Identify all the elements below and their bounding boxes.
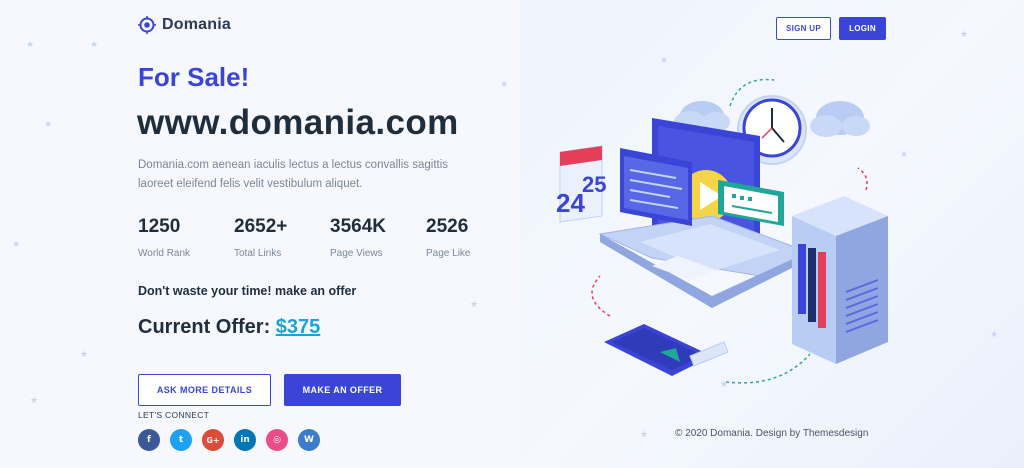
stat-total-links: 2652+ Total Links (234, 216, 330, 259)
domain-title: www.domania.com (137, 103, 459, 142)
social-links: f t G+ in ◎ W (138, 429, 320, 451)
star-decoration: ★ (80, 349, 89, 359)
logo-text: Domania (162, 16, 231, 33)
stat-page-views: 3564K Page Views (330, 216, 426, 259)
twitter-icon[interactable]: t (170, 429, 192, 451)
stats-row: 1250 World Rank 2652+ Total Links 3564K … (138, 216, 522, 259)
stat-world-rank: 1250 World Rank (138, 216, 234, 259)
stat-label: Page Views (330, 248, 383, 259)
offer-tagline: Don't waste your time! make an offer (138, 284, 357, 298)
current-offer: Current Offer: $375 (138, 316, 320, 339)
signup-button[interactable]: SIGN UP (776, 17, 831, 40)
star-decoration: ★ (500, 79, 509, 89)
stat-label: World Rank (138, 248, 191, 259)
for-sale-heading: For Sale! (138, 62, 250, 92)
stat-value: 3564K (330, 216, 386, 237)
wordpress-icon[interactable]: W (298, 429, 320, 451)
target-icon (138, 16, 156, 34)
svg-text:25: 25 (582, 172, 606, 197)
stat-value: 1250 (138, 216, 181, 237)
star-decoration: ★ (470, 299, 479, 309)
make-offer-button[interactable]: MAKE AN OFFER (284, 374, 401, 406)
calendar-icon: 24 25 (556, 145, 606, 223)
google-plus-icon[interactable]: G+ (202, 429, 224, 451)
lets-connect-label: LET'S CONNECT (138, 410, 210, 420)
linkedin-icon[interactable]: in (234, 429, 256, 451)
hero-illustration: 24 25 (556, 78, 888, 384)
cloud-icon (810, 101, 870, 137)
star-decoration: ★ (900, 149, 909, 159)
star-decoration: ★ (960, 29, 969, 39)
star-decoration: ★ (12, 239, 21, 249)
stat-label: Total Links (234, 248, 282, 259)
star-decoration: ★ (660, 55, 669, 65)
stat-label: Page Like (426, 248, 471, 259)
offer-price-link[interactable]: $375 (276, 316, 321, 338)
ask-more-details-button[interactable]: ASK MORE DETAILS (138, 374, 271, 406)
phone-icon (604, 324, 729, 376)
stat-value: 2652+ (234, 216, 288, 237)
stat-page-like: 2526 Page Like (426, 216, 522, 259)
star-decoration: ★ (30, 395, 39, 405)
logo[interactable]: Domania (138, 16, 231, 34)
star-decoration: ★ (90, 39, 99, 49)
star-decoration: ★ (990, 329, 999, 339)
star-decoration: ★ (26, 39, 35, 49)
server-icon (792, 196, 888, 364)
login-button[interactable]: LOGIN (839, 17, 886, 40)
facebook-icon[interactable]: f (138, 429, 160, 451)
star-decoration: ★ (44, 119, 53, 129)
dribbble-icon[interactable]: ◎ (266, 429, 288, 451)
domain-description: Domania.com aenean iaculis lectus a lect… (138, 159, 449, 190)
current-offer-label: Current Offer: (138, 316, 271, 338)
star-decoration: ★ (640, 429, 649, 439)
stat-value: 2526 (426, 216, 469, 237)
copyright-text: © 2020 Domania. Design by Themesdesign (675, 428, 869, 439)
